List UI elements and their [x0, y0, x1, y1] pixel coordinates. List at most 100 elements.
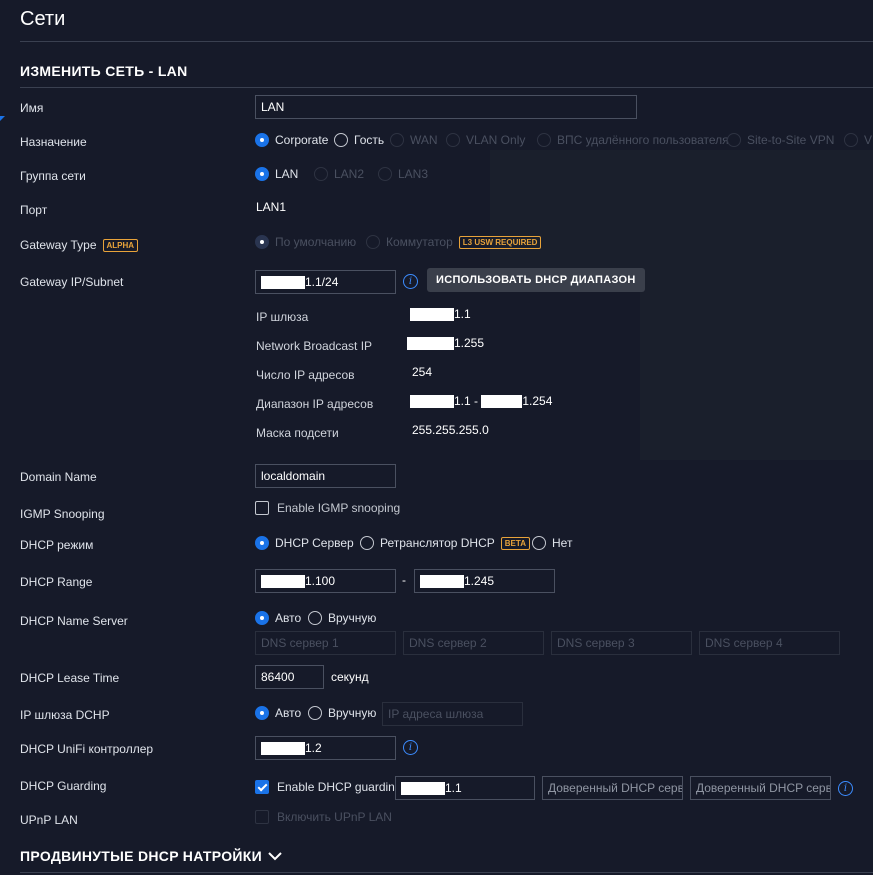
dhcp-guarding-label: DHCP Guarding: [20, 779, 107, 793]
dns-server-1-input[interactable]: DNS сервер 1: [255, 631, 396, 655]
radio-selected-icon: [255, 167, 269, 181]
divider: [20, 872, 873, 873]
redacted-block: [261, 276, 305, 290]
section-title: ИЗМЕНИТЬ СЕТЬ - LAN: [20, 63, 188, 79]
dns-manual-radio[interactable]: Вручную: [308, 611, 376, 625]
domain-name-label: Domain Name: [20, 470, 97, 484]
unifi-controller-label: DHCP UniFi контроллер: [20, 742, 154, 756]
range-separator: -: [402, 573, 406, 587]
igmp-label: IGMP Snooping: [20, 507, 105, 521]
detail-label: Маска подсети: [256, 426, 339, 440]
background-panel: [640, 260, 873, 460]
page-title: Сети: [20, 8, 66, 30]
unifi-controller-input[interactable]: 1.2: [255, 736, 396, 760]
lease-time-unit: секунд: [331, 670, 369, 684]
detail-value: 1.1 - 1.254: [410, 394, 552, 409]
radio-icon: [314, 167, 328, 181]
checkbox-icon: [255, 810, 269, 824]
beta-badge: BETA: [500, 536, 530, 550]
radio-icon: [446, 133, 460, 147]
dhcp-none-radio[interactable]: Нет: [532, 536, 572, 550]
trusted-dhcp-2-input[interactable]: Доверенный DHCP серве: [690, 776, 831, 800]
redacted-block: [261, 742, 305, 756]
purpose-corporate-radio[interactable]: Corporate: [255, 133, 328, 147]
radio-icon: [532, 536, 546, 550]
dhcp-guarding-checkbox[interactable]: Enable DHCP guarding: [255, 780, 402, 794]
group-lan2-radio[interactable]: LAN2: [314, 167, 364, 181]
chevron-down-icon: [268, 852, 282, 861]
purpose-wan-radio[interactable]: WAN: [390, 133, 438, 147]
info-icon[interactable]: i: [838, 781, 853, 796]
port-value: LAN1: [256, 200, 287, 214]
radio-icon: [360, 536, 374, 550]
alpha-badge: ALPHA: [102, 238, 139, 252]
divider: [20, 87, 873, 88]
checkbox-icon: [255, 501, 269, 515]
radio-selected-icon: [255, 706, 269, 720]
dhcp-range-start-input[interactable]: 1.100: [255, 569, 396, 593]
redacted-block: [420, 575, 464, 589]
group-lan-radio[interactable]: LAN: [255, 167, 298, 181]
redacted-block: [410, 308, 454, 322]
dhcp-range-end-input[interactable]: 1.245: [414, 569, 555, 593]
detail-value: 254: [412, 365, 433, 379]
radio-icon: [390, 133, 404, 147]
dns-auto-radio[interactable]: Авто: [255, 611, 301, 625]
redacted-block: [407, 337, 454, 351]
dns-server-4-input[interactable]: DNS сервер 4: [699, 631, 840, 655]
detail-value: 1.1: [410, 307, 471, 322]
gateway-dhcp-ip-input[interactable]: IP адреса шлюза: [382, 702, 523, 726]
gateway-default-radio[interactable]: По умолчанию: [255, 235, 356, 249]
upnp-label: UPnP LAN: [20, 813, 78, 827]
purpose-vlan-only-radio[interactable]: VLAN Only: [446, 133, 525, 147]
lease-time-input[interactable]: 86400: [255, 665, 324, 689]
info-icon[interactable]: i: [403, 740, 418, 755]
side-marker: [0, 116, 5, 121]
radio-icon: [334, 133, 348, 147]
dns-server-2-input[interactable]: DNS сервер 2: [403, 631, 544, 655]
detail-label: IP шлюза: [256, 310, 309, 324]
network-group-label: Группа сети: [20, 169, 86, 183]
dns-server-3-input[interactable]: DNS сервер 3: [551, 631, 692, 655]
dhcp-server-radio[interactable]: DHCP Сервер: [255, 536, 354, 550]
detail-value: 1.255: [407, 336, 484, 351]
gateway-dhcp-manual-radio[interactable]: Вручную: [308, 706, 376, 720]
gateway-dhcp-auto-radio[interactable]: Авто: [255, 706, 301, 720]
purpose-more-radio[interactable]: V: [844, 133, 872, 147]
detail-label: Диапазон IP адресов: [256, 397, 374, 411]
gateway-ip-label: Gateway IP/Subnet: [20, 275, 124, 289]
radio-selected-icon: [255, 536, 269, 550]
purpose-site-vpn-radio[interactable]: Site-to-Site VPN: [727, 133, 834, 147]
info-icon[interactable]: i: [403, 274, 418, 289]
name-input[interactable]: LAN: [255, 95, 637, 119]
radio-icon: [727, 133, 741, 147]
radio-icon: [378, 167, 392, 181]
gateway-type-label: Gateway Type ALPHA: [20, 238, 139, 252]
dhcp-guarding-ip-input[interactable]: 1.1: [395, 776, 535, 800]
radio-icon: [308, 611, 322, 625]
advanced-dhcp-toggle[interactable]: ПРОДВИНУТЫЕ DHCP НАТРОЙКИ: [20, 848, 282, 864]
dhcp-relay-radio[interactable]: Ретранслятор DHCP BETA: [360, 536, 530, 550]
use-dhcp-range-button[interactable]: ИСПОЛЬЗОВАТЬ DHCP ДИАПАЗОН: [427, 268, 645, 292]
background-panel: [490, 150, 873, 270]
domain-name-input[interactable]: localdomain: [255, 464, 396, 488]
l3-usw-badge: L3 USW REQUIRED: [458, 235, 542, 249]
purpose-guest-radio[interactable]: Гость: [334, 133, 384, 147]
radio-selected-icon: [255, 611, 269, 625]
detail-value: 255.255.255.0: [412, 423, 489, 437]
divider: [20, 41, 873, 42]
gateway-ip-input[interactable]: 1.1/24: [255, 270, 396, 294]
gateway-switch-radio[interactable]: Коммутатор L3 USW REQUIRED: [366, 235, 542, 249]
purpose-label: Назначение: [20, 135, 87, 149]
radio-selected-icon: [255, 235, 269, 249]
radio-icon: [537, 133, 551, 147]
port-label: Порт: [20, 203, 48, 217]
igmp-checkbox[interactable]: Enable IGMP snooping: [255, 501, 400, 515]
detail-label: Число IP адресов: [256, 368, 355, 382]
group-lan3-radio[interactable]: LAN3: [378, 167, 428, 181]
trusted-dhcp-1-input[interactable]: Доверенный DHCP серве: [542, 776, 683, 800]
purpose-remote-vpn-radio[interactable]: ВПС удалённого пользователя: [537, 133, 729, 147]
upnp-checkbox[interactable]: Включить UPnP LAN: [255, 810, 392, 824]
radio-icon: [308, 706, 322, 720]
redacted-block: [481, 395, 523, 409]
